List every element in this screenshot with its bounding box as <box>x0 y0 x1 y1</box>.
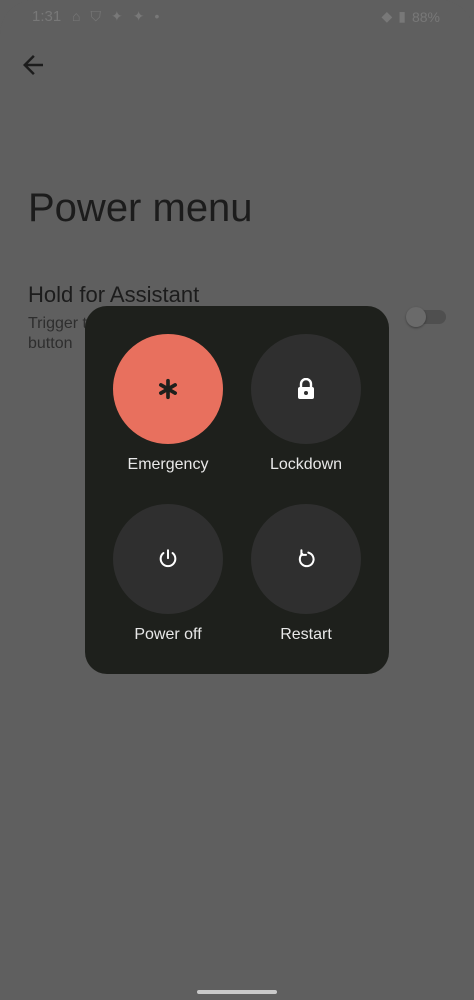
twitter-icon-2: ✦ <box>132 8 145 24</box>
page-title: Power menu <box>28 186 253 230</box>
dot-icon: • <box>154 8 160 24</box>
setting-title[interactable]: Hold for Assistant <box>28 282 199 308</box>
wifi-icon: ◆ <box>381 8 393 24</box>
status-time: 1:31 <box>32 8 62 25</box>
restart-circle[interactable] <box>251 504 361 614</box>
emergency-button[interactable]: Emergency <box>98 334 238 474</box>
status-right: ◆ ▮ 88% <box>381 8 440 25</box>
notification-icons: ⌂ ⛉ ✦ ✦ • <box>72 8 159 25</box>
restart-icon <box>298 549 315 568</box>
restart-button[interactable]: Restart <box>236 504 376 644</box>
battery-percent: 88% <box>411 8 440 25</box>
lock-icon <box>298 378 314 399</box>
restart-label: Restart <box>280 626 332 643</box>
battery-icon: ▮ <box>398 8 406 24</box>
status-bar: 1:31 ⌂ ⛉ ✦ ✦ • ◆ ▮ 88% <box>0 0 474 36</box>
back-arrow-icon <box>23 55 43 75</box>
power-off-circle[interactable] <box>113 504 223 614</box>
shield-icon: ⛉ <box>90 8 101 24</box>
assistant-toggle[interactable] <box>404 306 446 328</box>
lockdown-circle[interactable] <box>251 334 361 444</box>
navigation-handle[interactable] <box>197 990 277 994</box>
emergency-circle[interactable] <box>113 334 223 444</box>
power-off-label: Power off <box>134 626 202 643</box>
screen: 1:31 ⌂ ⛉ ✦ ✦ • ◆ ▮ 88% Power menu Hold f… <box>0 0 474 1000</box>
lockdown-label: Lockdown <box>269 456 343 473</box>
power-off-button[interactable]: Power off <box>98 504 238 644</box>
home-icon: ⌂ <box>72 8 81 24</box>
power-icon <box>159 549 177 568</box>
twitter-icon: ✦ <box>110 8 123 24</box>
lockdown-button[interactable]: Lockdown <box>236 334 376 474</box>
emergency-label: Emergency <box>127 456 209 473</box>
back-button[interactable] <box>18 50 48 80</box>
power-menu-panel: Emergency Lockdown Power off Restart <box>85 306 389 674</box>
emergency-asterisk-icon <box>159 378 177 400</box>
toggle-thumb <box>406 307 426 327</box>
